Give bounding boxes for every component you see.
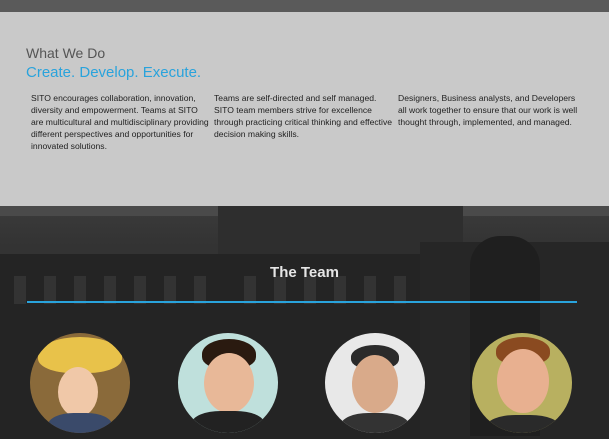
face xyxy=(58,367,98,417)
shirt xyxy=(192,411,264,433)
team-member-photo-3[interactable] xyxy=(325,333,425,433)
section-heading: What We Do xyxy=(26,45,106,61)
what-we-do-section: What We Do Create. Develop. Execute. SIT… xyxy=(0,12,609,206)
shirt xyxy=(341,413,409,433)
team-member-photo-2[interactable] xyxy=(178,333,278,433)
description-column-roles: Designers, Business analysts, and Develo… xyxy=(398,93,578,127)
shirt xyxy=(486,415,560,433)
face xyxy=(352,355,398,413)
tagline: Create. Develop. Execute. xyxy=(26,64,202,81)
description-column-collaboration: SITO encourages collaboration, innovatio… xyxy=(31,93,209,151)
team-member-photo-4[interactable] xyxy=(472,333,572,433)
team-section: The Team xyxy=(0,206,609,439)
team-member-photo-1[interactable] xyxy=(30,333,130,433)
team-divider xyxy=(27,301,577,303)
shirt xyxy=(48,413,112,433)
face xyxy=(204,353,254,413)
top-strip xyxy=(0,0,609,12)
face xyxy=(497,349,549,413)
team-heading: The Team xyxy=(270,264,339,281)
description-column-self-directed: Teams are self-directed and self managed… xyxy=(214,93,393,139)
